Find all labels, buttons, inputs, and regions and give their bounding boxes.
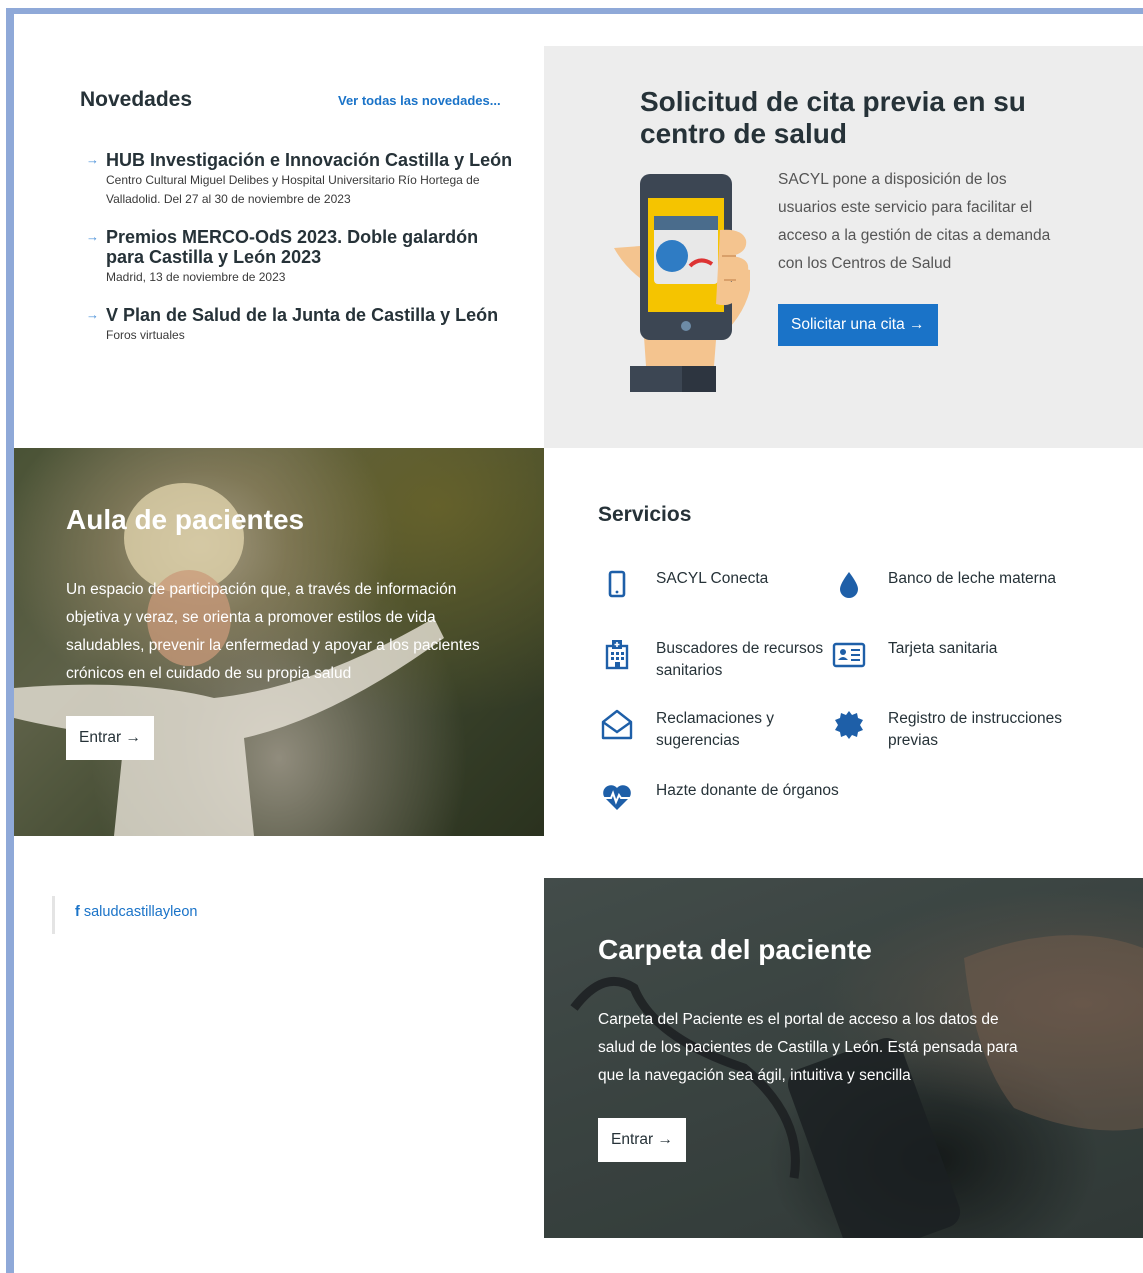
news-subtitle: Madrid, 13 de noviembre de 2023 xyxy=(106,270,286,284)
envelope-open-icon xyxy=(601,709,633,740)
news-item[interactable]: → Premios MERCO-OdS 2023. Doble galardón… xyxy=(86,227,516,287)
news-title: Novedades xyxy=(80,88,193,111)
hospital-icon xyxy=(605,640,629,670)
patient-folder-description: Carpeta del Paciente es el portal de acc… xyxy=(598,1011,1018,1084)
patient-folder-enter-button[interactable]: Entrar → xyxy=(598,1118,687,1162)
service-label: Tarjeta sanitaria xyxy=(888,640,998,657)
news-item[interactable]: → HUB Investigación e Innovación Castill… xyxy=(86,150,516,209)
facebook-handle: saludcastillayleon xyxy=(83,904,198,920)
service-label: Buscadores de recursos sanitarios xyxy=(656,640,824,679)
patient-classroom-section: Aula de pacientes Un espacio de particip… xyxy=(14,448,544,836)
facebook-widget: f saludcastillayleon xyxy=(52,896,198,934)
phone-calendar-illustration xyxy=(614,174,750,392)
arrow-right-icon: → xyxy=(86,152,99,167)
news-list: → HUB Investigación e Innovación Castill… xyxy=(86,150,516,363)
patient-classroom-enter-button[interactable]: Entrar → xyxy=(66,716,155,760)
facebook-link[interactable]: f saludcastillayleon xyxy=(75,904,198,920)
service-label: Registro de instrucciones previas xyxy=(888,710,1063,749)
appointment-description: SACYL pone a disposición de los usuarios… xyxy=(778,171,1051,272)
news-headline[interactable]: HUB Investigación e Innovación Castilla … xyxy=(106,150,516,170)
appointment-section: Solicitud de cita previa en su centro de… xyxy=(544,46,1143,448)
arrow-right-icon: → xyxy=(86,229,99,244)
service-label: Reclamaciones y sugerencias xyxy=(656,710,775,749)
facebook-icon: f xyxy=(75,904,80,920)
service-label: SACYL Conecta xyxy=(656,570,769,587)
request-appointment-button[interactable]: Solicitar una cita → xyxy=(778,304,938,346)
id-card-icon xyxy=(832,642,866,668)
news-subtitle: Foros virtuales xyxy=(106,328,185,342)
heartbeat-icon xyxy=(603,785,631,810)
service-label: Banco de leche materna xyxy=(888,570,1057,587)
appointment-title: Solicitud de cita previa en su centro de… xyxy=(640,86,1026,149)
patient-folder-section: Carpeta del paciente Carpeta del Pacient… xyxy=(544,878,1143,1238)
services-title: Servicios xyxy=(598,503,692,526)
news-headline[interactable]: Premios MERCO-OdS 2023. Doble galardón p… xyxy=(106,227,516,267)
patient-classroom-description: Un espacio de participación que, a travé… xyxy=(66,581,480,682)
news-item[interactable]: → V Plan de Salud de la Junta de Castill… xyxy=(86,305,516,345)
service-label: Hazte donante de órganos xyxy=(656,782,839,799)
mobile-phone-icon xyxy=(608,570,626,598)
patient-folder-title: Carpeta del paciente xyxy=(598,934,872,965)
news-headline[interactable]: V Plan de Salud de la Junta de Castilla … xyxy=(106,305,516,325)
patient-classroom-title: Aula de pacientes xyxy=(66,504,305,535)
drop-icon xyxy=(840,572,858,598)
all-news-link[interactable]: Ver todas las novedades... xyxy=(338,93,501,108)
news-subtitle: Centro Cultural Miguel Delibes y Hospita… xyxy=(106,173,480,206)
arrow-right-icon: → xyxy=(86,307,99,322)
news-section: Novedades Ver todas las novedades... → H… xyxy=(14,46,544,448)
services-section: Servicios SACYL Conecta Banco de leche m… xyxy=(544,448,1143,836)
seal-icon xyxy=(835,711,863,739)
